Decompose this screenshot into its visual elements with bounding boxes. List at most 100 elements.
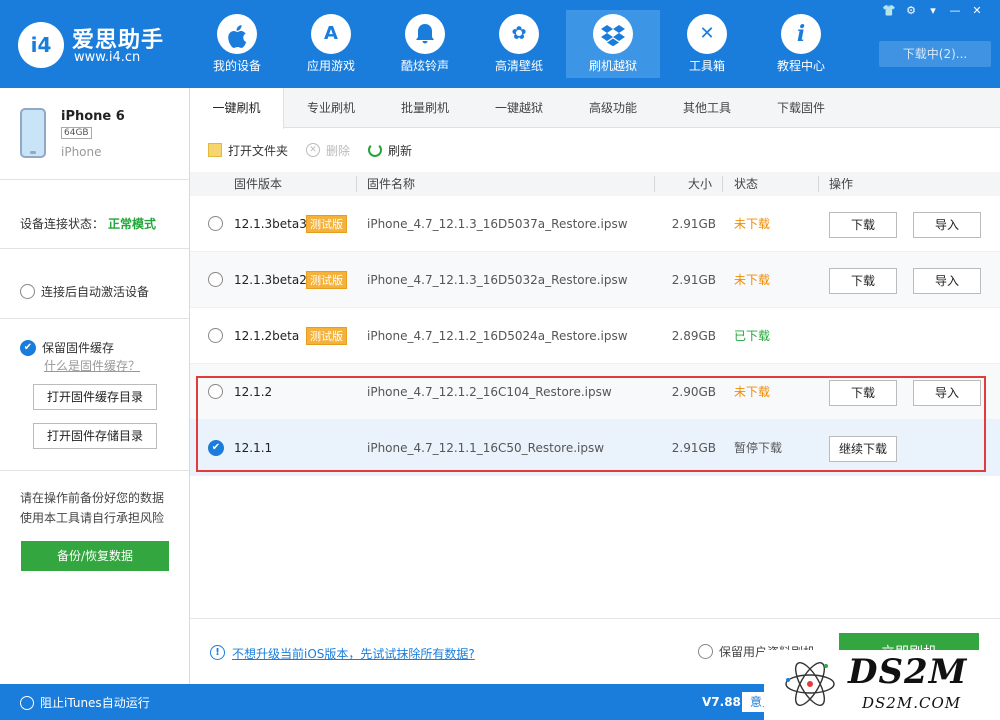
import-button[interactable]: 导入 [913,268,981,294]
firmware-name: iPhone_4.7_12.1.1_16C50_Restore.ipsw [367,441,605,455]
firmware-status: 暂停下载 [734,441,783,455]
check-icon[interactable]: ✔ [20,339,36,356]
col-separator [654,176,655,192]
what-is-cache-link[interactable]: 什么是固件缓存？ [44,357,140,374]
divider [0,318,189,319]
delete-icon: ✕ [306,143,321,157]
refresh-label: 刷新 [388,143,413,158]
table-row[interactable]: ✔ 12.1.1 iPhone_4.7_12.1.1_16C50_Restore… [190,420,1000,476]
nav-label: 酷炫铃声 [400,59,449,73]
tab-one-click-flash[interactable]: 一键刷机 [190,88,284,129]
device-type: iPhone [61,145,102,159]
tab-one-click-jailbreak[interactable]: 一键越狱 [472,88,566,128]
row-radio[interactable] [208,328,223,343]
erase-data-link[interactable]: 不想升级当前iOS版本，先试试抹除所有数据? [232,645,475,662]
nav-ringtones[interactable]: 酷炫铃声 [378,10,472,78]
col-size: 大小 [688,177,713,191]
download-button[interactable]: 下载 [829,380,897,406]
main-nav: 我的设备 A 应用游戏 酷炫铃声 ✿ 高清壁纸 刷机越狱 ✕ 工具箱 i 教程中… [190,10,848,78]
menu-icon[interactable]: ▾ [924,3,942,19]
firmware-name: iPhone_4.7_12.1.2_16D5024a_Restore.ipsw [367,329,628,343]
nav-flash-jailbreak[interactable]: 刷机越狱 [566,10,660,78]
keep-user-data-radio[interactable] [698,644,713,659]
dropbox-icon [593,14,633,54]
row-check-icon[interactable]: ✔ [208,440,224,456]
refresh-button[interactable]: 刷新 [368,142,412,159]
firmware-size: 2.91GB [671,441,716,455]
delete-button[interactable]: ✕ 删除 [306,142,350,159]
flash-tabs: 一键刷机 专业刷机 批量刷机 一键越狱 高级功能 其他工具 下载固件 [190,88,1000,129]
import-button[interactable]: 导入 [913,212,981,238]
firmware-size: 2.89GB [671,329,716,343]
tab-download-firmware[interactable]: 下载固件 [754,88,848,128]
tab-other-tools[interactable]: 其他工具 [660,88,754,128]
nav-my-device[interactable]: 我的设备 [190,10,284,78]
bell-icon [405,14,445,54]
firmware-name: iPhone_4.7_12.1.3_16D5037a_Restore.ipsw [367,217,628,231]
tab-pro-flash[interactable]: 专业刷机 [284,88,378,128]
col-separator [722,176,723,192]
table-row[interactable]: 12.1.3beta3 测试版 iPhone_4.7_12.1.3_16D503… [190,196,1000,252]
row-radio[interactable] [208,216,223,231]
firmware-size: 2.91GB [671,217,716,231]
firmware-status: 未下载 [734,217,771,231]
open-folder-label: 打开文件夹 [228,143,289,158]
close-icon[interactable]: ✕ [968,3,986,19]
backup-restore-button[interactable]: 备份/恢复数据 [21,541,169,571]
auto-activate-option[interactable]: 连接后自动激活设备 [20,283,149,300]
col-separator [818,176,819,192]
risk-warning-line: 请在操作前备份好您的数据 [20,491,165,505]
table-row[interactable]: 12.1.2 iPhone_4.7_12.1.2_16C104_Restore.… [190,364,1000,420]
keep-cache-option[interactable]: ✔ 保留固件缓存 [20,339,114,356]
tab-advanced[interactable]: 高级功能 [566,88,660,128]
nav-label: 教程中心 [776,59,825,73]
nav-toolbox[interactable]: ✕ 工具箱 [660,10,754,78]
tab-batch-flash[interactable]: 批量刷机 [378,88,472,128]
firmware-size: 2.90GB [671,385,716,399]
firmware-status: 已下载 [734,329,771,343]
firmware-status: 未下载 [734,385,771,399]
row-radio[interactable] [208,384,223,399]
open-store-dir-button[interactable]: 打开固件存储目录 [33,423,157,449]
nav-apps-games[interactable]: A 应用游戏 [284,10,378,78]
app-header: i4 爱思助手 www.i4.cn 我的设备 A 应用游戏 酷炫铃声 ✿ 高清壁… [0,0,1000,88]
minimize-icon[interactable]: — [946,3,964,19]
firmware-name: iPhone_4.7_12.1.2_16C104_Restore.ipsw [367,385,612,399]
open-folder-button[interactable]: 打开文件夹 [208,142,288,159]
resume-download-button[interactable]: 继续下载 [829,436,897,462]
import-button[interactable]: 导入 [913,380,981,406]
download-button[interactable]: 下载 [829,212,897,238]
nav-tutorials[interactable]: i 教程中心 [754,10,848,78]
firmware-name: iPhone_4.7_12.1.3_16D5032a_Restore.ipsw [367,273,628,287]
skin-icon[interactable]: 👕 [880,3,898,19]
col-action: 操作 [829,177,854,191]
atom-icon [785,662,835,706]
apple-icon [217,14,257,54]
beta-badge: 测试版 [306,215,347,233]
beta-badge: 测试版 [306,327,347,345]
downloads-button[interactable]: 下载中(2)... [879,41,991,67]
logo-mark: i4 [18,22,64,68]
info-icon: i [781,14,821,54]
nav-wallpapers[interactable]: ✿ 高清壁纸 [472,10,566,78]
open-cache-dir-button[interactable]: 打开固件缓存目录 [33,384,157,410]
watermark-text: DS2M [848,652,968,692]
nav-label: 刷机越狱 [588,59,637,73]
firmware-toolbar: 打开文件夹 ✕ 删除 刷新 [190,128,1000,172]
info-circle-icon: ! [210,645,225,660]
table-row[interactable]: 12.1.3beta2 测试版 iPhone_4.7_12.1.3_16D503… [190,252,1000,308]
auto-activate-label: 连接后自动激活设备 [41,285,150,299]
device-name: iPhone 6 [61,109,125,124]
table-row[interactable]: 12.1.2beta 测试版 iPhone_4.7_12.1.2_16D5024… [190,308,1000,364]
settings-icon[interactable]: ⚙ [902,3,920,19]
col-version: 固件版本 [234,177,283,191]
block-itunes-radio[interactable] [20,695,34,710]
connection-status-label: 设备连接状态： [20,217,105,231]
row-radio[interactable] [208,272,223,287]
nav-label: 高清壁纸 [494,59,543,73]
auto-activate-radio[interactable] [20,284,35,299]
tools-icon: ✕ [687,14,727,54]
firmware-version: 12.1.3beta3 [234,217,307,231]
download-button[interactable]: 下载 [829,268,897,294]
block-itunes-option[interactable]: 阻止iTunes自动运行 [20,694,150,711]
